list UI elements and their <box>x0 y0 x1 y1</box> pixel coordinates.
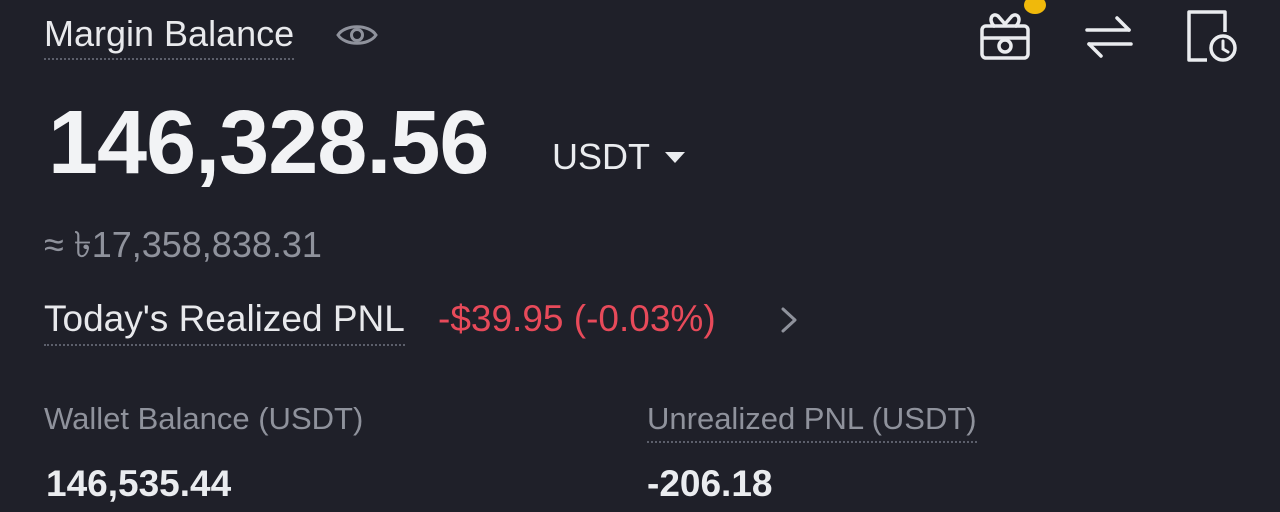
caret-down-icon <box>665 152 685 163</box>
notification-dot <box>1024 0 1046 14</box>
eye-icon[interactable] <box>335 18 379 52</box>
margin-balance-value: 146,328.56 <box>48 93 489 193</box>
wallet-balance-value: 146,535.44 <box>46 463 232 504</box>
currency-selector[interactable]: USDT <box>552 132 686 182</box>
realized-pnl-value[interactable]: -$39.95 (-0.03%) <box>438 296 716 342</box>
history-icon[interactable] <box>1185 8 1239 64</box>
currency-label: USDT <box>552 136 650 177</box>
unrealized-pnl-value: -206.18 <box>647 463 773 504</box>
approx-local-value: ≈ ৳17,358,838.31 <box>44 224 322 265</box>
wallet-balance-label: Wallet Balance (USDT) <box>44 401 364 436</box>
margin-balance-label[interactable]: Margin Balance <box>44 12 295 60</box>
realized-pnl-label[interactable]: Today's Realized PNL <box>44 296 405 346</box>
chevron-right-icon[interactable] <box>778 304 800 336</box>
gift-icon[interactable] <box>978 8 1034 64</box>
transfer-icon[interactable] <box>1083 12 1135 60</box>
unrealized-pnl-label[interactable]: Unrealized PNL (USDT) <box>647 398 977 443</box>
